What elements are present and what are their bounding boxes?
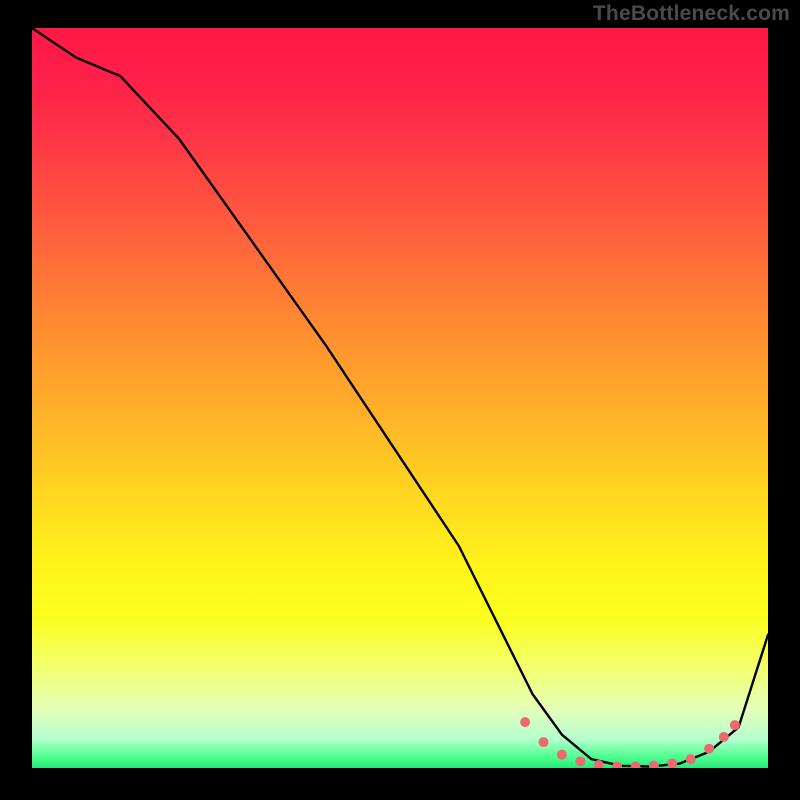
marker-dot [557,750,567,760]
watermark-text: TheBottleneck.com [593,2,790,26]
marker-dot [649,761,659,768]
marker-dot [539,737,549,747]
marker-dot [575,756,585,766]
marker-dot [612,762,622,768]
curve-svg [32,28,768,768]
marker-dot [704,744,714,754]
chart-stage: TheBottleneck.com [0,0,800,800]
marker-dot [667,759,677,768]
marker-dot [730,720,740,730]
marker-dot [631,762,641,768]
marker-dot [719,732,729,742]
bottleneck-curve [32,28,768,767]
marker-dot [686,754,696,764]
marker-dot [520,717,530,727]
marker-dots [520,717,740,768]
plot-area [32,28,768,768]
marker-dot [594,760,604,768]
